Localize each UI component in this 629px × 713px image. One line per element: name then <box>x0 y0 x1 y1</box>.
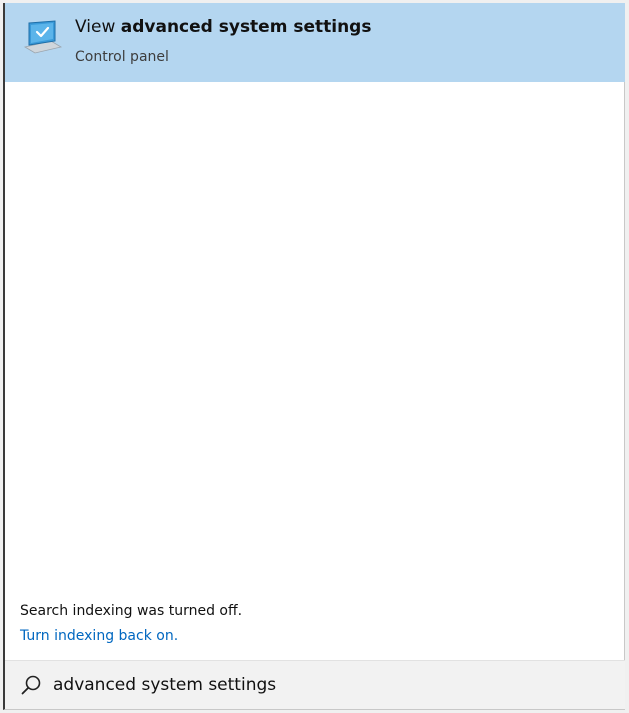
search-bar <box>5 660 625 709</box>
turn-indexing-on-link[interactable]: Turn indexing back on. <box>20 628 178 644</box>
search-results-panel: View advanced system settings Control pa… <box>3 3 625 710</box>
indexing-notice: Search indexing was turned off. <box>20 603 243 619</box>
computer-settings-icon <box>21 17 65 57</box>
result-title: View advanced system settings <box>75 17 372 37</box>
result-title-match: advanced system settings <box>120 17 372 37</box>
result-subtitle: Control panel <box>75 49 169 65</box>
best-match-result[interactable]: View advanced system settings Control pa… <box>5 3 625 82</box>
search-input[interactable] <box>53 671 613 699</box>
search-icon <box>20 674 42 696</box>
